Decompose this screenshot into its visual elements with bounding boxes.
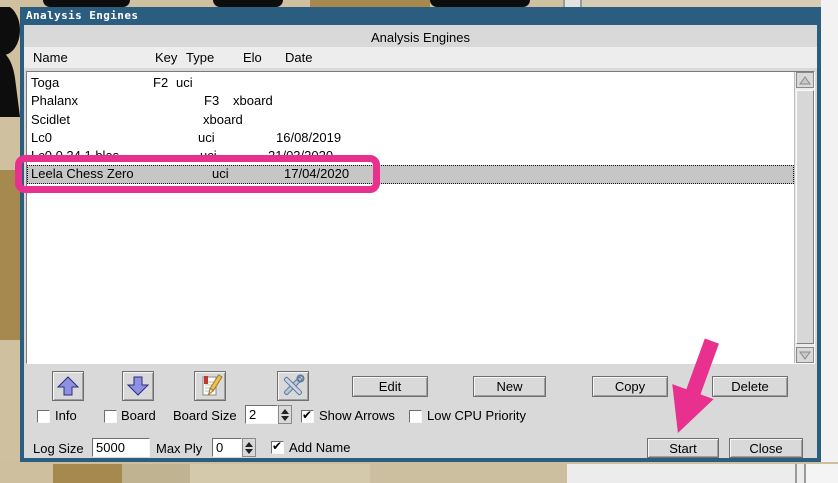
engine-row[interactable]: Lc0 uci 16/08/2019: [27, 129, 794, 147]
low-cpu-checkbox[interactable]: [409, 410, 422, 423]
add-name-label: Add Name: [289, 440, 350, 455]
low-cpu-label: Low CPU Priority: [427, 408, 526, 423]
column-header-elo: Elo: [243, 50, 262, 65]
column-header-type: Type: [186, 50, 214, 65]
spin-up-icon[interactable]: [281, 409, 289, 414]
underlying-window-area: [567, 464, 795, 483]
underlying-window-area: [806, 464, 838, 483]
engine-key: F3: [204, 93, 219, 108]
edit-notes-button[interactable]: [194, 371, 226, 401]
board-checkbox[interactable]: [104, 410, 117, 423]
notebook-pencil-icon: [196, 373, 224, 399]
column-header-name: Name: [33, 50, 68, 65]
configure-button[interactable]: [277, 371, 309, 401]
engine-name: Toga: [31, 75, 59, 90]
column-header-key: Key: [155, 50, 177, 65]
engine-type: uci: [198, 130, 215, 145]
log-size-label: Log Size: [33, 441, 84, 456]
edit-button[interactable]: Edit: [352, 376, 428, 397]
tools-icon: [279, 373, 307, 399]
window-titlebar[interactable]: Analysis Engines: [20, 7, 821, 25]
new-button[interactable]: New: [473, 376, 546, 397]
board-square: [122, 464, 190, 483]
scroll-up-icon[interactable]: [796, 72, 814, 88]
down-arrow-icon: [124, 373, 152, 399]
engine-date: 16/08/2019: [276, 130, 341, 145]
max-ply-input[interactable]: [212, 438, 242, 457]
show-arrows-checkbox[interactable]: [301, 410, 314, 423]
board-square: [53, 464, 122, 483]
board-square: [190, 464, 370, 483]
highlight-arrow-annotation: [655, 336, 735, 442]
board-square: [310, 0, 430, 7]
black-piece-top: [43, 0, 130, 7]
background-strip: [582, 0, 821, 7]
engine-listbox[interactable]: Toga F2 uci Phalanx F3 xboard Scidlet xb…: [26, 71, 815, 364]
underlying-window-area: [821, 0, 838, 483]
close-button[interactable]: Close: [729, 438, 803, 458]
board-size-label: Board Size: [173, 408, 237, 423]
background-scrollbar-sliver: [795, 464, 806, 483]
spin-up-icon[interactable]: [245, 442, 253, 447]
engine-row[interactable]: Toga F2 uci: [27, 74, 794, 92]
info-checkbox[interactable]: [37, 410, 50, 423]
black-piece-top: [430, 0, 530, 7]
engine-name: Scidlet: [31, 112, 70, 127]
engine-type: xboard: [233, 93, 273, 108]
dialog-heading: Analysis Engines: [24, 30, 817, 45]
max-ply-label: Max Ply: [156, 441, 202, 456]
engine-key: F2: [153, 75, 168, 90]
chessboard-bottom-strip: [0, 462, 838, 483]
highlight-rectangle-annotation: [15, 155, 380, 193]
black-piece-top: [213, 0, 283, 7]
move-up-button[interactable]: [52, 371, 84, 401]
engine-type: uci: [176, 75, 193, 90]
background-scrollbar-sliver: [563, 0, 582, 7]
engine-name: Lc0: [31, 130, 52, 145]
scrollbar-thumb[interactable]: [796, 90, 814, 344]
up-arrow-icon: [54, 373, 82, 399]
engine-type: xboard: [203, 112, 243, 127]
engine-row[interactable]: Phalanx F3 xboard: [27, 92, 794, 110]
board-size-stepper[interactable]: [278, 405, 292, 424]
info-label: Info: [55, 408, 77, 423]
add-name-checkbox[interactable]: [271, 441, 284, 454]
move-down-button[interactable]: [122, 371, 154, 401]
board-label: Board: [121, 408, 156, 423]
list-scrollbar[interactable]: [794, 72, 814, 363]
chessboard-top-strip: [0, 0, 563, 7]
board-size-input[interactable]: [245, 405, 278, 424]
spin-down-icon[interactable]: [281, 416, 289, 421]
max-ply-stepper[interactable]: [242, 438, 256, 457]
column-header-date: Date: [285, 50, 312, 65]
spin-down-icon[interactable]: [245, 449, 253, 454]
board-square: [370, 464, 567, 483]
engine-row[interactable]: Scidlet xboard: [27, 111, 794, 129]
show-arrows-label: Show Arrows: [319, 408, 395, 423]
list-column-headers: Name Key Type Elo Date: [24, 47, 817, 68]
board-square: [0, 170, 20, 340]
log-size-input[interactable]: [92, 438, 150, 457]
scroll-down-icon[interactable]: [796, 347, 814, 363]
engine-name: Phalanx: [31, 93, 78, 108]
